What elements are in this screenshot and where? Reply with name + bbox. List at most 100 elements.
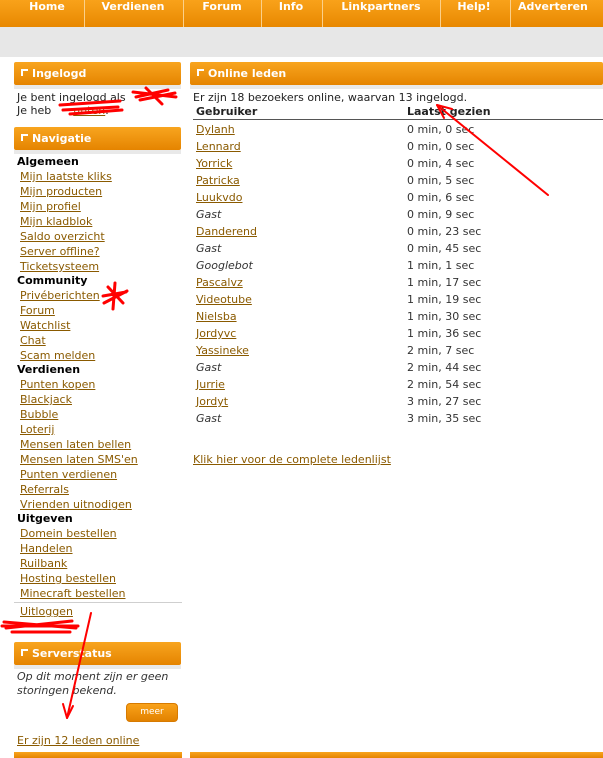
nav-linkpartners[interactable]: Linkpartners xyxy=(332,0,430,27)
nav-separator xyxy=(510,0,511,27)
points-prefix: Je heb xyxy=(17,104,52,117)
last-seen-value: 0 min, 9 sec xyxy=(407,208,475,221)
sidebar-item[interactable]: Blackjack xyxy=(20,393,72,406)
sidebar-item[interactable]: Privéberichten xyxy=(20,289,100,302)
sidebar-item[interactable]: Chat xyxy=(20,334,46,347)
sidebar-item[interactable]: Vrienden uitnodigen xyxy=(20,498,132,511)
nav-category-algemeen: Algemeen xyxy=(17,155,79,168)
divider xyxy=(14,602,182,603)
sidebar-item[interactable]: Mijn laatste kliks xyxy=(20,170,112,183)
nav-help[interactable]: Help! xyxy=(448,0,500,27)
last-seen-value: 2 min, 44 sec xyxy=(407,361,482,374)
sidebar-item[interactable]: Server offline? xyxy=(20,245,100,258)
member-link[interactable]: Danderend xyxy=(196,223,257,240)
box-shadow xyxy=(14,85,181,89)
meer-button[interactable]: meer xyxy=(126,703,178,722)
sidebar-item[interactable]: Minecraft bestellen xyxy=(20,587,126,600)
sidebar-item[interactable]: Watchlist xyxy=(20,319,70,332)
column-last-seen: Laatst gezien xyxy=(407,105,491,118)
nav-verdienen[interactable]: Verdienen xyxy=(92,0,174,27)
sidebar-item[interactable]: Bubble xyxy=(20,408,58,421)
member-link[interactable]: Yassineke xyxy=(196,342,249,359)
sidebar-item-row: Bubble xyxy=(17,407,177,422)
table-row: Jordyt 3 min, 27 sec xyxy=(193,393,603,410)
nav-separator xyxy=(261,0,262,27)
member-link[interactable]: Pascalvz xyxy=(196,274,243,291)
member-link[interactable]: Videotube xyxy=(196,291,252,308)
guest-name: Gast xyxy=(196,361,222,374)
nav-separator xyxy=(84,0,85,27)
ingelogd-box-header: Ingelogd xyxy=(14,62,181,85)
sidebar-item[interactable]: Loterij xyxy=(20,423,54,436)
last-seen-value: 3 min, 35 sec xyxy=(407,412,482,425)
guest-name: Gast xyxy=(196,208,222,221)
bullet-icon xyxy=(21,69,28,76)
nav-home[interactable]: Home xyxy=(18,0,76,27)
table-row: Gast 0 min, 45 sec xyxy=(193,240,603,257)
sidebar-item[interactable]: Forum xyxy=(20,304,55,317)
nav-separator xyxy=(183,0,184,27)
navigatie-box-header: Navigatie xyxy=(14,127,181,150)
sidebar-item-row: Punten verdienen xyxy=(17,467,177,482)
sidebar-item[interactable]: Domein bestellen xyxy=(20,527,117,540)
bullet-icon xyxy=(21,649,28,656)
sidebar-item-row: Handelen xyxy=(17,541,177,556)
member-link[interactable]: Patricka xyxy=(196,172,240,189)
last-seen-value: 2 min, 7 sec xyxy=(407,344,475,357)
table-row: Yassineke 2 min, 7 sec xyxy=(193,342,603,359)
sidebar-item[interactable]: Ticketsysteem xyxy=(20,260,99,273)
logged-in-as-text: Je bent ingelogd als xyxy=(17,91,126,104)
table-row: Dylanh 0 min, 0 sec xyxy=(193,121,603,138)
header-grey-bar xyxy=(0,27,603,57)
logout-link[interactable]: Uitloggen xyxy=(20,605,73,618)
sidebar-item[interactable]: Mensen laten bellen xyxy=(20,438,131,451)
sidebar-item-row: Referrals xyxy=(17,482,177,497)
sidebar-item-row: Chat xyxy=(17,333,177,348)
points-link[interactable]: unten xyxy=(73,104,105,117)
nav-adverteren[interactable]: Adverteren xyxy=(518,0,603,27)
sidebar-item[interactable]: Punten verdienen xyxy=(20,468,117,481)
nav-category-verdienen: Verdienen xyxy=(17,363,81,376)
sidebar-item-row: Ticketsysteem xyxy=(17,259,177,274)
serverstatus-title: Serverstatus xyxy=(32,647,112,660)
member-link[interactable]: Lennard xyxy=(196,138,241,155)
member-link[interactable]: Jordyvc xyxy=(196,325,236,342)
member-link[interactable]: Dylanh xyxy=(196,121,235,138)
sidebar-item[interactable]: Mijn kladblok xyxy=(20,215,92,228)
points-text: Je heb unten. xyxy=(17,104,109,117)
member-link[interactable]: Jordyt xyxy=(196,393,228,410)
member-link[interactable]: Nielsba xyxy=(196,308,237,325)
guest-name: Gast xyxy=(196,242,222,255)
nav-info[interactable]: Info xyxy=(268,0,314,27)
sidebar-item[interactable]: Mensen laten SMS'en xyxy=(20,453,138,466)
sidebar-item[interactable]: Scam melden xyxy=(20,349,95,362)
sidebar-item-row: Vrienden uitnodigen xyxy=(17,497,177,512)
column-user: Gebruiker xyxy=(196,105,258,118)
box-shadow xyxy=(14,150,181,154)
member-link[interactable]: Yorrick xyxy=(196,155,232,172)
sidebar-item[interactable]: Mijn profiel xyxy=(20,200,81,213)
sidebar-item[interactable]: Hosting bestellen xyxy=(20,572,116,585)
sidebar-item[interactable]: Saldo overzicht xyxy=(20,230,105,243)
sidebar-item-row: Privéberichten xyxy=(17,288,177,303)
sidebar-item-row: Forum xyxy=(17,303,177,318)
last-seen-value: 3 min, 27 sec xyxy=(407,395,482,408)
sidebar-item[interactable]: Handelen xyxy=(20,542,73,555)
member-link[interactable]: Jurrie xyxy=(196,376,225,393)
last-seen-value: 1 min, 17 sec xyxy=(407,276,482,289)
sidebar-item[interactable]: Referrals xyxy=(20,483,69,496)
member-link[interactable]: Luukvdo xyxy=(196,189,242,206)
nav-category-community: Community xyxy=(17,274,88,287)
nav-forum[interactable]: Forum xyxy=(193,0,251,27)
sidebar-item-row: Minecraft bestellen xyxy=(17,586,177,601)
sidebar-item-row: Saldo overzicht xyxy=(17,229,177,244)
last-seen-value: 0 min, 6 sec xyxy=(407,191,475,204)
serverstatus-box-header: Serverstatus xyxy=(14,642,181,665)
complete-member-list-link[interactable]: Klik hier voor de complete ledenlijst xyxy=(193,453,391,466)
table-row: Googlebot 1 min, 1 sec xyxy=(193,257,603,274)
sidebar-item[interactable]: Mijn producten xyxy=(20,185,102,198)
table-row: Lennard 0 min, 0 sec xyxy=(193,138,603,155)
sidebar-item[interactable]: Ruilbank xyxy=(20,557,67,570)
members-online-link[interactable]: Er zijn 12 leden online xyxy=(17,734,139,747)
sidebar-item[interactable]: Punten kopen xyxy=(20,378,95,391)
